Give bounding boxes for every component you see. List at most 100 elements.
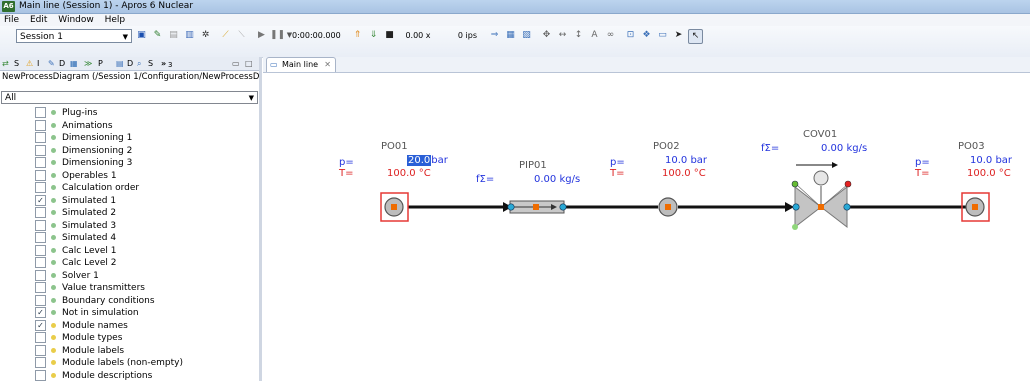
layer-checkbox[interactable]: ✓ — [35, 194, 46, 206]
layer-checkbox[interactable] — [35, 294, 46, 306]
menu-window[interactable]: Window — [58, 14, 94, 26]
tab-d[interactable]: D — [59, 57, 65, 70]
cov01-control-port[interactable] — [792, 224, 798, 230]
layer-item[interactable]: ✓ Simulated 1 — [35, 194, 116, 208]
layer-item[interactable]: Operables 1 — [35, 169, 117, 183]
layer-item[interactable]: Module labels (non-empty) — [35, 357, 183, 370]
cov01-actuator-icon[interactable] — [813, 170, 829, 186]
document-icon[interactable]: ▭ — [656, 29, 669, 42]
link-icon[interactable]: ⟋ — [219, 29, 232, 42]
pointer-icon[interactable]: ➤ — [672, 29, 685, 42]
close-icon[interactable]: ✕ — [324, 58, 331, 72]
slow-down-icon[interactable]: ⇓ — [367, 29, 380, 42]
tab-d2[interactable]: D — [127, 57, 133, 70]
cov01-valve-right-icon[interactable] — [820, 185, 848, 229]
layer-item[interactable]: Calc Level 2 — [35, 257, 116, 270]
layer-item[interactable]: Calculation order — [35, 182, 139, 195]
menu-edit[interactable]: Edit — [30, 14, 47, 26]
zoom-fit-icon[interactable]: ⊡ — [624, 29, 637, 42]
grid-icon[interactable]: ▦ — [504, 29, 517, 42]
more-tabs-icon[interactable]: » — [161, 57, 166, 70]
tab-s2[interactable]: S — [148, 57, 153, 70]
tab-p[interactable]: P — [98, 57, 103, 70]
monitor-icon[interactable]: ■ — [383, 29, 396, 42]
layer-item[interactable]: Value transmitters — [35, 282, 145, 295]
select-tool-icon[interactable]: ↖ — [688, 29, 703, 44]
settings-icon[interactable]: ✲ — [199, 29, 212, 42]
layer-checkbox[interactable] — [35, 219, 46, 231]
layer-item[interactable]: Simulated 3 — [35, 219, 116, 233]
cov01-input-port[interactable] — [791, 180, 799, 188]
menu-file[interactable]: File — [4, 14, 19, 26]
layer-checkbox[interactable] — [35, 269, 46, 281]
process-diagram-canvas[interactable]: PO01 p= 20.0bar T= 100.0 °C PIP01 fΣ= 0.… — [263, 73, 1030, 381]
layer-checkbox[interactable] — [35, 369, 46, 381]
cov01-outlet-port[interactable] — [843, 203, 851, 211]
layer-item[interactable]: Module labels — [35, 344, 124, 358]
cov01-output-port[interactable] — [844, 180, 852, 188]
horizontal-flip-icon[interactable]: ↔ — [556, 29, 569, 42]
layer-checkbox[interactable] — [35, 344, 46, 356]
layer-checkbox[interactable] — [35, 282, 46, 293]
tab-main-line[interactable]: ▭ Main line ✕ — [266, 57, 336, 72]
route-icon[interactable]: ⇒ — [488, 29, 501, 42]
text-icon[interactable]: A — [588, 29, 601, 42]
layer-filter-select[interactable]: All ▼ — [1, 91, 258, 104]
tab-i[interactable]: I — [37, 57, 39, 70]
vertical-flip-icon[interactable]: ↕ — [572, 29, 585, 42]
layer-checkbox[interactable] — [35, 332, 46, 343]
layer-item[interactable]: Module descriptions — [35, 369, 152, 381]
layers-icon[interactable]: ❖ — [640, 29, 653, 42]
layer-item[interactable]: ✓ Module names — [35, 319, 128, 333]
layer-checkbox[interactable] — [35, 169, 46, 181]
layer-item[interactable]: Simulated 4 — [35, 232, 116, 245]
layer-item[interactable]: Dimensioning 1 — [35, 132, 132, 145]
layer-item[interactable]: Simulated 2 — [35, 207, 116, 220]
pause-icon[interactable]: ❚❚ — [270, 29, 285, 42]
run-icon[interactable]: ▶ — [255, 29, 268, 42]
layer-checkbox[interactable] — [35, 232, 46, 243]
layer-item[interactable]: Calc Level 1 — [35, 244, 116, 258]
menu-help[interactable]: Help — [105, 14, 126, 26]
new-session-icon[interactable]: ▣ — [135, 29, 148, 42]
pip01-inlet-port[interactable] — [507, 203, 515, 211]
layer-checkbox[interactable] — [35, 144, 46, 156]
speed-up-icon[interactable]: ⇑ — [351, 29, 364, 42]
layer-checkbox[interactable] — [35, 107, 46, 118]
connect-icon[interactable]: ∞ — [604, 29, 617, 42]
layer-checkbox[interactable] — [35, 244, 46, 256]
layer-checkbox[interactable] — [35, 257, 46, 268]
layer-item[interactable]: Dimensioning 3 — [35, 157, 132, 170]
layer-checkbox[interactable] — [35, 132, 46, 143]
layer-checkbox[interactable]: ✓ — [35, 307, 46, 318]
layer-dot-icon — [51, 122, 56, 128]
save-icon[interactable]: ▤ — [167, 29, 180, 42]
layer-item[interactable]: Solver 1 — [35, 269, 99, 283]
move-icon[interactable]: ✥ — [540, 29, 553, 42]
layer-item[interactable]: ✓ Not in simulation — [35, 307, 139, 320]
model-icon[interactable]: ✎ — [151, 29, 164, 42]
layer-item[interactable]: Animations — [35, 119, 113, 133]
unlink-icon[interactable]: ⟍ — [235, 29, 248, 42]
layer-item[interactable]: Boundary conditions — [35, 294, 155, 308]
align-icon[interactable]: ▧ — [520, 29, 533, 42]
tab-s[interactable]: S — [14, 57, 19, 70]
session-select[interactable]: Session 1 ▼ — [16, 29, 132, 43]
tab-structure-icon[interactable]: ⇄ — [2, 57, 9, 70]
layer-checkbox[interactable] — [35, 357, 46, 368]
minimize-icon[interactable]: ▭ — [232, 57, 240, 70]
layer-checkbox[interactable] — [35, 182, 46, 193]
layer-checkbox[interactable]: ✓ — [35, 319, 46, 331]
open-icon[interactable]: ▥ — [183, 29, 196, 42]
layer-checkbox[interactable] — [35, 207, 46, 218]
panel-splitter[interactable] — [259, 57, 262, 381]
po01-pressure-value[interactable]: 20.0 — [407, 155, 432, 166]
layer-checkbox[interactable] — [35, 157, 46, 168]
cov01-inlet-port[interactable] — [792, 203, 800, 211]
maximize-icon[interactable]: □ — [245, 57, 253, 70]
pip01-outlet-port[interactable] — [559, 203, 567, 211]
layer-item[interactable]: Dimensioning 2 — [35, 144, 132, 158]
layer-item[interactable]: Module types — [35, 332, 122, 345]
layer-checkbox[interactable] — [35, 119, 46, 131]
layer-item[interactable]: Plug-ins — [35, 107, 98, 120]
